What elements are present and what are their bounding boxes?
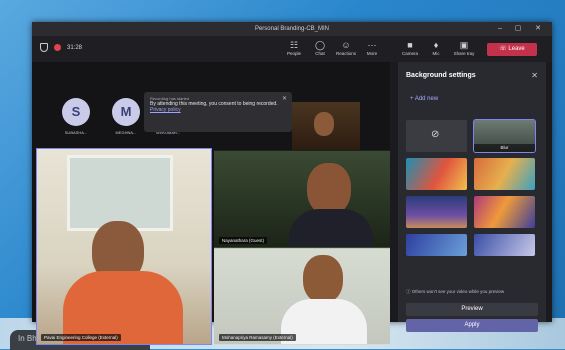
avatar[interactable]: S xyxy=(62,98,90,126)
none-icon: ⊘ xyxy=(431,129,440,140)
participant-body xyxy=(289,209,373,247)
bg-option-blur[interactable]: Blur xyxy=(473,119,536,153)
minimize-icon[interactable]: – xyxy=(492,22,508,36)
video-tile-top-right[interactable]: Nayanathara (Guest) xyxy=(214,150,390,248)
bg-option-none[interactable]: ⊘ xyxy=(406,120,467,152)
reactions-icon: ☺ xyxy=(341,40,351,50)
preview-notice: ⓘ Others won't see your video while you … xyxy=(406,289,505,294)
share-tray-button[interactable]: ▣ Share tray xyxy=(452,39,476,61)
close-icon[interactable]: ✕ xyxy=(530,22,546,36)
bg-option[interactable] xyxy=(474,158,535,190)
preview-button[interactable]: Preview xyxy=(406,303,538,316)
meeting-timer: 31:28 xyxy=(67,44,83,51)
share-tray-icon: ▣ xyxy=(459,40,469,50)
background-settings-panel: Background settings ✕ + Add new ⊘ Blur ⓘ… xyxy=(398,62,546,332)
bg-option[interactable] xyxy=(474,196,535,228)
teams-meeting-window: Personal Branding-CB_MIN – ▢ ✕ 31:28 ☷ Pe… xyxy=(32,22,552,345)
chat-icon: ◯ xyxy=(314,40,326,50)
more-icon: ⋯ xyxy=(367,40,377,50)
bg-option[interactable] xyxy=(406,234,467,256)
mic-icon: ♦ xyxy=(433,40,439,50)
bg-option[interactable] xyxy=(406,158,467,190)
participant-name: SUBASHA... xyxy=(64,130,88,135)
video-tile-bottom-right[interactable]: Mohanapriya Ramasamy (External) xyxy=(214,248,390,345)
self-view-thumbnail[interactable] xyxy=(292,102,360,154)
video-stage: S SUBASHA... M MEGHNA... SRIKUMAR... Rec… xyxy=(32,62,390,345)
leave-button[interactable]: ☏ Leave xyxy=(487,43,537,56)
more-button[interactable]: ⋯ More xyxy=(360,39,384,61)
people-button[interactable]: ☷ People xyxy=(282,39,306,61)
avatar[interactable]: M xyxy=(112,98,140,126)
apply-button[interactable]: Apply xyxy=(406,319,538,332)
bg-option[interactable] xyxy=(406,196,467,228)
mic-button[interactable]: ♦ Mic xyxy=(424,39,448,61)
participant-video-silhouette xyxy=(314,112,334,136)
participant-head xyxy=(303,255,343,303)
bg-option[interactable] xyxy=(474,234,535,256)
camera-icon: ■ xyxy=(407,40,413,50)
add-new-button[interactable]: + Add new xyxy=(410,96,438,102)
participant-nametag: Pavai Engineering College (External) xyxy=(41,334,121,341)
recording-notice: Recording has started By attending this … xyxy=(144,92,292,132)
reactions-button[interactable]: ☺ Reactions xyxy=(334,39,358,61)
participant-head xyxy=(307,163,351,215)
close-icon[interactable]: ✕ xyxy=(282,95,287,102)
window-frame xyxy=(67,155,173,231)
participant-name: MEGHNA... xyxy=(115,130,137,135)
meeting-toolbar: 31:28 ☷ People ◯ Chat ☺ Reactions ⋯ More ■ Ca… xyxy=(32,36,552,62)
close-icon[interactable]: ✕ xyxy=(531,71,538,80)
people-icon: ☷ xyxy=(289,40,299,50)
shield-icon xyxy=(40,43,48,52)
recording-icon xyxy=(54,44,61,51)
participant-nametag: Mohanapriya Ramasamy (External) xyxy=(219,334,296,341)
maximize-icon[interactable]: ▢ xyxy=(510,22,526,36)
chat-button[interactable]: ◯ Chat xyxy=(308,39,332,61)
window-title: Personal Branding-CB_MIN xyxy=(32,22,552,36)
privacy-policy-link[interactable]: Privacy policy xyxy=(150,107,286,113)
panel-title: Background settings xyxy=(406,72,476,79)
camera-button[interactable]: ■ Camera xyxy=(398,39,422,61)
video-tile-main[interactable]: Pavai Engineering College (External) xyxy=(36,148,212,345)
bg-option-label: Blur xyxy=(474,144,535,152)
participant-nametag: Nayanathara (Guest) xyxy=(219,237,268,244)
